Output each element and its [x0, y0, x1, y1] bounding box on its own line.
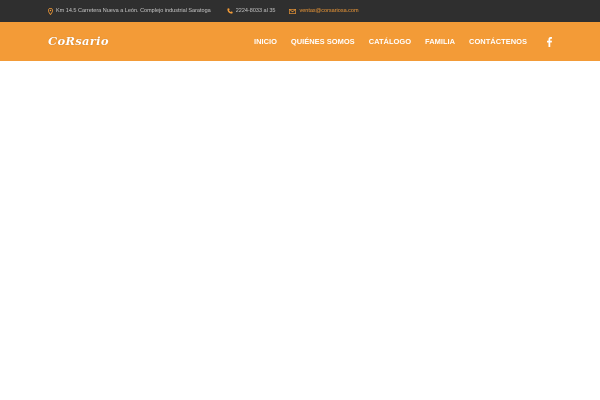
envelope-icon: [289, 8, 297, 14]
address-text: Km 14.5 Carretera Nueva a León. Complejo…: [56, 8, 211, 14]
main-content: [0, 61, 600, 400]
phone-text: 2224-8033 al 35: [235, 8, 276, 14]
nav-item-familia[interactable]: FAMILIA: [425, 37, 455, 46]
location-pin-icon: [48, 7, 53, 15]
email-link[interactable]: ventas@corsariosa.com: [299, 8, 358, 14]
email-info[interactable]: ventas@corsariosa.com: [289, 8, 359, 14]
nav-item-contactenos[interactable]: CONTÁCTENOS: [469, 37, 527, 46]
main-nav: INICIO QUIÉNES SOMOS CATÁLOGO FAMILIA CO…: [254, 22, 527, 61]
site-logo[interactable]: CoRsario: [48, 34, 109, 48]
nav-item-quienes-somos[interactable]: QUIÉNES SOMOS: [291, 37, 355, 46]
nav-item-catalogo[interactable]: CATÁLOGO: [369, 37, 411, 46]
phone-icon: [227, 8, 233, 14]
nav-item-inicio[interactable]: INICIO: [254, 37, 277, 46]
address-info: Km 14.5 Carretera Nueva a León. Complejo…: [48, 7, 211, 15]
main-navbar: CoRsario INICIO QUIÉNES SOMOS CATÁLOGO F…: [0, 22, 600, 61]
phone-info: 2224-8033 al 35: [227, 8, 276, 14]
top-info-bar: Km 14.5 Carretera Nueva a León. Complejo…: [0, 0, 600, 22]
facebook-icon[interactable]: [544, 36, 554, 47]
